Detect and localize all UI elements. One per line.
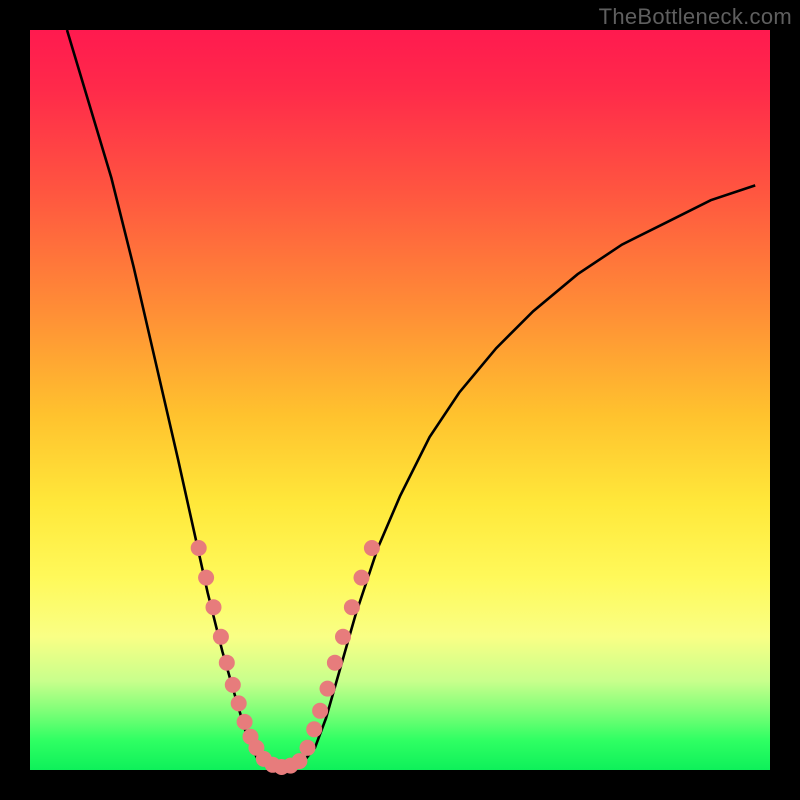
data-point bbox=[300, 740, 316, 756]
data-point bbox=[219, 655, 235, 671]
data-point bbox=[213, 629, 229, 645]
data-point bbox=[354, 570, 370, 586]
watermark-label: TheBottleneck.com bbox=[599, 4, 792, 30]
data-point bbox=[225, 677, 241, 693]
chart-container: TheBottleneck.com bbox=[0, 0, 800, 800]
data-point bbox=[335, 629, 351, 645]
plot-area bbox=[30, 30, 770, 770]
data-point bbox=[237, 714, 253, 730]
data-point bbox=[306, 721, 322, 737]
curve-svg bbox=[30, 30, 770, 770]
data-point bbox=[231, 695, 247, 711]
data-point bbox=[291, 753, 307, 769]
data-point bbox=[191, 540, 207, 556]
bottleneck-curve bbox=[67, 30, 755, 769]
data-points-group bbox=[191, 540, 380, 775]
data-point bbox=[327, 655, 343, 671]
data-point bbox=[320, 681, 336, 697]
data-point bbox=[344, 599, 360, 615]
data-point bbox=[206, 599, 222, 615]
data-point bbox=[364, 540, 380, 556]
data-point bbox=[312, 703, 328, 719]
data-point bbox=[198, 570, 214, 586]
